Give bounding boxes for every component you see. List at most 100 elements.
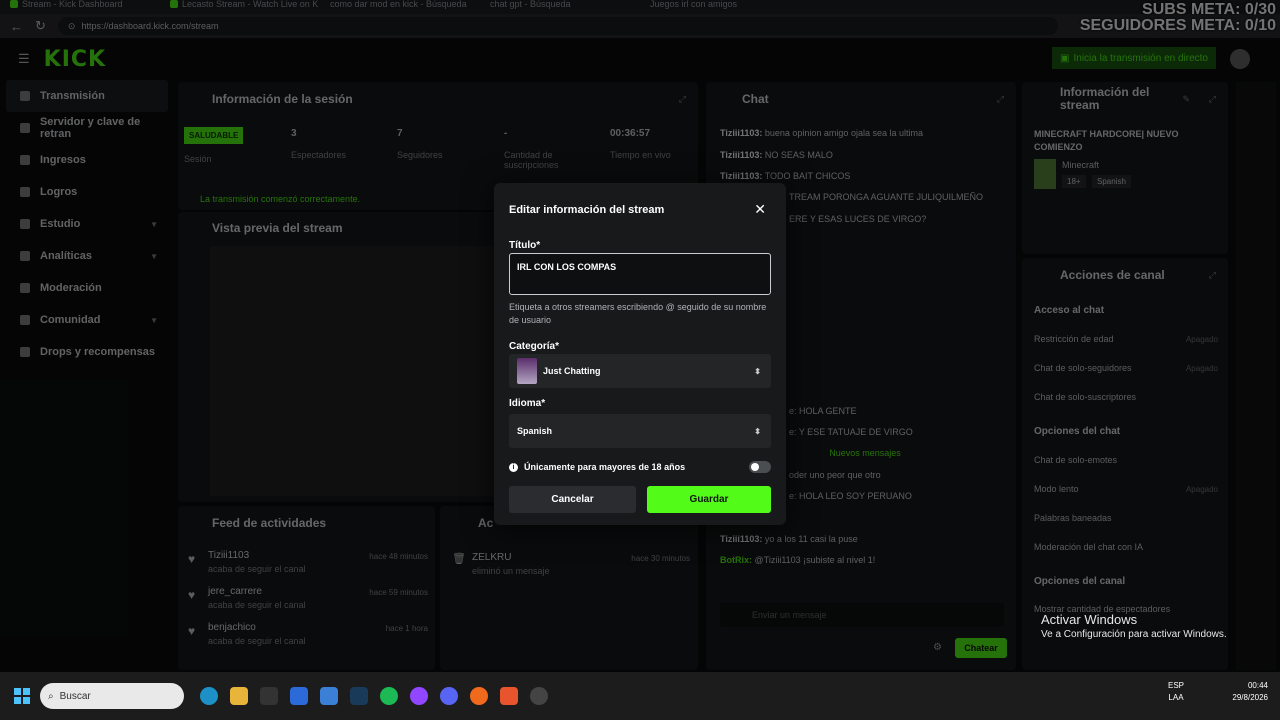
chat-input[interactable]: Enviar un mensaje [720, 603, 1004, 627]
discord-icon[interactable] [440, 687, 458, 705]
spotify-icon[interactable] [380, 687, 398, 705]
title-label: Título* [509, 240, 541, 251]
twitch-icon[interactable] [410, 687, 428, 705]
sidebar-item-ingresos[interactable]: Ingresos [0, 144, 174, 176]
file-explorer-icon[interactable] [230, 687, 248, 705]
back-icon[interactable]: ← [10, 19, 23, 34]
stat-label: Sesión [184, 154, 212, 164]
chat-send-button[interactable]: Chatear [955, 638, 1007, 658]
sidebar-item-logros[interactable]: Logros [0, 176, 174, 208]
category-thumbnail [1034, 159, 1056, 189]
browser-tab[interactable]: Lecasto Stream - Watch Live on K [160, 0, 320, 14]
edge-icon[interactable] [200, 687, 218, 705]
category-label: Categoría* [509, 341, 560, 352]
chevron-down-icon: ▼ [150, 251, 158, 261]
stream-info-panel: Información del stream ✎ ⤢ MINECRAFT HAR… [1022, 82, 1228, 254]
select-arrows-icon: ⬍ [754, 366, 761, 376]
chevron-down-icon: ▼ [150, 315, 158, 325]
adult-only-row: i Únicamente para mayores de 18 años [509, 461, 771, 473]
browser-tab[interactable]: como dar mod en kick - Búsqueda [320, 0, 480, 14]
obs-icon[interactable] [530, 687, 548, 705]
app-icon[interactable] [290, 687, 308, 705]
store-icon[interactable] [320, 687, 338, 705]
menu-icon[interactable]: ☰ [18, 51, 30, 67]
heart-icon: ♥ [188, 588, 196, 602]
activate-windows-watermark: Activar Windows Ve a Configuración para … [1041, 612, 1227, 640]
gift-icon [20, 347, 30, 357]
epic-games-icon[interactable] [260, 687, 278, 705]
sidebar-item-moderacion[interactable]: Moderación [0, 272, 174, 304]
adult-only-toggle[interactable] [749, 461, 771, 473]
chat-message: Tiziii1103: yo a los 11 casi la puse [720, 534, 858, 544]
sidebar-item-analiticas[interactable]: Analíticas ▼ [0, 240, 174, 272]
setting-subs-only[interactable]: Chat de solo-suscriptores [1034, 392, 1136, 402]
panel-title: Información de la sesión [212, 92, 353, 106]
sidebar-item-comunidad[interactable]: Comunidad ▼ [0, 304, 174, 336]
mod-action: eliminó un mensaje [472, 566, 550, 576]
setting-slow-mode[interactable]: Modo lento [1034, 484, 1079, 494]
stat-label: Cantidad de suscripciones [504, 150, 559, 170]
info-icon: i [509, 462, 518, 472]
sidebar-item-estudio[interactable]: Estudio ▼ [0, 208, 174, 240]
setting-emotes-only[interactable]: Chat de solo-emotes [1034, 455, 1117, 465]
expand-icon[interactable]: ⤢ [1209, 270, 1216, 281]
avatar[interactable] [1230, 49, 1250, 69]
site-info-icon[interactable]: ⊙ [68, 21, 76, 32]
sidebar-item-transmision[interactable]: Transmisión [6, 80, 168, 112]
save-button[interactable]: Guardar [647, 486, 771, 513]
brave-icon[interactable] [500, 687, 518, 705]
steam-icon[interactable] [350, 687, 368, 705]
stat-value: 7 [397, 128, 403, 139]
browser-tab[interactable]: Juegos irl con amigos [640, 0, 800, 14]
windows-start-icon[interactable] [14, 688, 30, 704]
category-select[interactable]: Just Chatting ⬍ [509, 354, 771, 388]
setting-banned-words[interactable]: Palabras baneadas [1034, 513, 1112, 523]
setting-value: Apagado [1185, 485, 1218, 494]
taskbar-search[interactable]: ⌕ Buscar [40, 683, 184, 709]
section-title: Opciones del canal [1034, 576, 1126, 587]
expand-icon[interactable]: ⤢ [997, 94, 1004, 105]
app-icon[interactable] [470, 687, 488, 705]
close-icon[interactable]: ✕ [754, 201, 766, 218]
stat-value: 3 [291, 128, 297, 139]
tag: Spanish [1092, 175, 1131, 188]
go-live-button[interactable]: ▣ Inicia la transmisión en directo [1052, 47, 1216, 69]
setting-value: Apagado [1185, 364, 1218, 373]
title-input[interactable]: IRL CON LOS COMPAS [509, 253, 771, 295]
sidebar-item-servidor[interactable]: Servidor y clave de retran [0, 112, 174, 144]
money-icon [20, 155, 30, 165]
kick-logo[interactable]: KICK [44, 47, 106, 72]
list-item: ♥ jere_carrere acaba de seguir el canal … [188, 586, 428, 610]
mod-actions-panel: Ac 🗑 ZELKRU eliminó un mensaje hace 30 m… [440, 506, 698, 670]
expand-icon[interactable]: ⤢ [679, 94, 686, 105]
browser-tab[interactable]: Stream - Kick Dashboard [0, 0, 160, 14]
heart-icon: ♥ [188, 552, 196, 566]
edit-stream-modal: Editar información del stream ✕ Título* … [494, 183, 786, 525]
tag: 18+ [1062, 175, 1086, 188]
panel-title: Chat [742, 92, 769, 106]
setting-followers-only[interactable]: Chat de solo-seguidores [1034, 363, 1132, 373]
stat-label: Espectadores [291, 150, 347, 160]
panel-title: Vista previa del stream [212, 221, 343, 235]
setting-age[interactable]: Restricción de edad [1034, 334, 1114, 344]
browser-tab[interactable]: chat gpt - Búsqueda [480, 0, 640, 14]
setting-ai-moderation[interactable]: Moderación del chat con IA [1034, 542, 1143, 552]
cancel-button[interactable]: Cancelar [509, 486, 636, 513]
language-indicator[interactable]: ESP LAA [1168, 680, 1184, 704]
expand-icon[interactable]: ⤢ [1209, 94, 1216, 105]
stream-goal-overlay: SUBS META: 0/30 SEGUIDORES META: 0/10 [1080, 2, 1276, 34]
clock[interactable]: 00:44 29/8/2026 [1232, 680, 1268, 704]
panel-title: Ac [478, 516, 494, 530]
taskbar: ⌕ Buscar ESP LAA 00:44 29/8/2026 [0, 672, 1280, 720]
settings-icon[interactable]: ⚙ [933, 642, 942, 653]
url-field[interactable]: ⊙ https://dashboard.kick.com/stream [57, 17, 1058, 35]
sidebar-item-drops[interactable]: Drops y recompensas [0, 336, 174, 368]
language-select[interactable]: Spanish ⬍ [509, 414, 771, 448]
edit-icon[interactable]: ✎ [1182, 94, 1190, 105]
activity-feed-panel: Feed de actividades ♥ Tiziii1103 acaba d… [178, 506, 435, 670]
stat-value: 00:36:57 [610, 128, 651, 139]
followers-goal-text: SEGUIDORES META: 0/10 [1079, 17, 1276, 34]
modal-title: Editar información del stream [509, 204, 665, 216]
reload-icon[interactable]: ↻ [35, 18, 46, 34]
category-link[interactable]: Minecraft [1062, 160, 1099, 170]
